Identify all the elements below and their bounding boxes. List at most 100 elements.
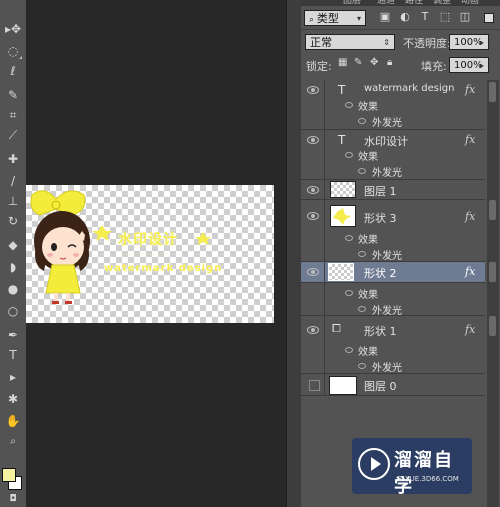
fill-input[interactable]: 100% ▸ xyxy=(449,57,489,73)
layer-name[interactable]: 形状 3 xyxy=(364,210,397,226)
type-tool-icon[interactable]: T xyxy=(3,346,23,364)
lock-image-icon[interactable]: ✎ xyxy=(354,57,362,68)
blur-tool-icon[interactable]: ● xyxy=(3,280,23,298)
zoom-tool-icon[interactable]: ⌕ xyxy=(3,432,23,450)
effects-label: 效果 xyxy=(358,152,378,163)
watermark-design-text: watermark design xyxy=(104,263,223,274)
effects-eye-icon[interactable] xyxy=(345,235,353,241)
eraser-tool-icon[interactable]: ◆ xyxy=(3,236,23,254)
path-select-tool-icon[interactable]: ▸ xyxy=(3,368,23,386)
blend-mode-select[interactable]: 正常 ⇕ xyxy=(305,34,395,50)
effects-eye-icon[interactable] xyxy=(345,290,353,296)
foreground-color-swatch[interactable] xyxy=(2,468,16,482)
clone-stamp-tool-icon[interactable]: ⊥ xyxy=(3,192,23,210)
layer-thumbnail[interactable] xyxy=(330,181,356,198)
marquee-tool-icon[interactable]: ◌ xyxy=(3,42,23,60)
shape-tool-icon[interactable]: ✱ xyxy=(3,390,23,408)
visibility-eye-icon[interactable] xyxy=(307,136,319,144)
crop-tool-icon[interactable]: ⌗ xyxy=(3,106,23,124)
effects-label: 效果 xyxy=(358,235,378,246)
filter-smart-object-icon[interactable]: ◫ xyxy=(458,10,472,24)
layer-row[interactable]: 图层 1 xyxy=(301,180,485,200)
lock-transparent-icon[interactable]: ▦ xyxy=(338,57,347,68)
effect-name[interactable]: 外发光 xyxy=(372,302,402,317)
effect-name[interactable]: 外发光 xyxy=(372,247,402,262)
layer-filter-row: ⌕ 类型 ▾ ▣ ◐ T ⬚ ◫ xyxy=(301,7,500,30)
layer-name[interactable]: 形状 1 xyxy=(364,323,397,339)
text-layer-icon: T xyxy=(338,83,346,97)
effect-eye-icon[interactable] xyxy=(358,306,366,312)
fx-icon[interactable]: fx xyxy=(465,133,475,146)
tab-layers[interactable]: 图层 xyxy=(343,0,361,6)
history-brush-tool-icon[interactable]: ↻ xyxy=(3,212,23,230)
effect-eye-icon[interactable] xyxy=(358,363,366,369)
lock-all-icon[interactable]: 🔒︎ xyxy=(387,57,392,68)
play-logo-icon xyxy=(358,448,390,480)
filter-pixel-icon[interactable]: ▣ xyxy=(378,10,392,24)
filter-kind-select[interactable]: ⌕ 类型 ▾ xyxy=(304,10,366,26)
hand-tool-icon[interactable]: ✋ xyxy=(3,412,23,430)
lasso-tool-icon[interactable]: ℓ xyxy=(3,62,23,80)
badge-url: ZIXUE.3D66.COM xyxy=(398,475,459,483)
filter-toggle-icon[interactable] xyxy=(484,13,494,23)
layers-scrollbar[interactable] xyxy=(487,80,499,507)
layer-row[interactable]: 形状 3 fx 效果 外发光 xyxy=(301,200,485,262)
watermark-title-text: 水印设计 xyxy=(118,232,178,248)
eyedropper-tool-icon[interactable]: ⟋ xyxy=(3,126,23,144)
visibility-eye-icon[interactable] xyxy=(307,326,319,334)
layer-row-selected[interactable]: 形状 2 fx xyxy=(301,262,485,283)
filter-adjustment-icon[interactable]: ◐ xyxy=(398,10,412,24)
scrollbar-segment xyxy=(489,316,496,336)
tab-channels[interactable]: 通道 xyxy=(377,0,395,6)
visibility-toggle-empty[interactable] xyxy=(309,380,320,391)
quick-select-tool-icon[interactable]: ✎ xyxy=(3,86,23,104)
layer-row[interactable]: T watermark design fx 效果 外发光 xyxy=(301,80,485,130)
watermark-small-text: · · · · · · · · · · · · xyxy=(122,251,166,258)
layer-thumbnail[interactable] xyxy=(330,205,356,227)
brush-tool-icon[interactable]: / xyxy=(3,172,23,190)
effect-eye-icon[interactable] xyxy=(358,118,366,124)
tab-paths[interactable]: 路径 xyxy=(405,0,423,6)
layer-name[interactable]: 图层 1 xyxy=(364,183,397,199)
fill-label: 填充: xyxy=(421,60,447,73)
tab-animation[interactable]: 动画 xyxy=(461,0,479,6)
healing-brush-tool-icon[interactable]: ✚ xyxy=(3,150,23,168)
fx-icon[interactable]: fx xyxy=(465,323,475,336)
visibility-eye-icon[interactable] xyxy=(307,186,319,194)
layer-row[interactable]: 图层 0 xyxy=(301,374,485,396)
dodge-tool-icon[interactable]: ○ xyxy=(3,302,23,320)
layer-name[interactable]: watermark design xyxy=(364,83,454,94)
layer-thumbnail[interactable] xyxy=(328,263,354,281)
filter-type-icon[interactable]: T xyxy=(418,10,432,24)
layer-name[interactable]: 水印设计 xyxy=(364,133,408,149)
visibility-eye-icon[interactable] xyxy=(307,268,319,276)
effect-eye-icon[interactable] xyxy=(358,251,366,257)
layer-row[interactable]: ⧠ 形状 1 fx 效果 外发光 xyxy=(301,316,485,374)
layer-name[interactable]: 图层 0 xyxy=(364,378,397,394)
opacity-input[interactable]: 100% ▸ xyxy=(449,34,489,50)
effect-name[interactable]: 外发光 xyxy=(372,359,402,374)
quick-mask-icon[interactable]: ◘ xyxy=(3,492,23,506)
pen-tool-icon[interactable]: ✒ xyxy=(3,326,23,344)
effect-name[interactable]: 外发光 xyxy=(372,114,402,129)
fx-icon[interactable]: fx xyxy=(465,210,475,223)
paint-bucket-tool-icon[interactable]: ◗ xyxy=(3,258,23,276)
effect-eye-icon[interactable] xyxy=(358,168,366,174)
document-canvas[interactable]: 水印设计 · · · · · · · · · · · · watermark d… xyxy=(26,185,274,323)
visibility-eye-icon[interactable] xyxy=(307,212,319,220)
scrollbar-thumb[interactable] xyxy=(489,82,496,102)
effects-eye-icon[interactable] xyxy=(345,102,353,108)
effects-eye-icon[interactable] xyxy=(345,347,353,353)
layer-row[interactable]: T 水印设计 fx 效果 外发光 xyxy=(301,130,485,180)
lock-position-icon[interactable]: ✥ xyxy=(370,57,378,68)
fx-icon[interactable]: fx xyxy=(465,83,475,96)
visibility-eye-icon[interactable] xyxy=(307,86,319,94)
layer-name[interactable]: 形状 2 xyxy=(364,265,397,281)
effect-name[interactable]: 外发光 xyxy=(372,164,402,179)
fx-icon[interactable]: fx xyxy=(465,265,475,278)
effects-eye-icon[interactable] xyxy=(345,152,353,158)
filter-shape-icon[interactable]: ⬚ xyxy=(438,10,452,24)
move-tool-icon[interactable]: ▸✥ xyxy=(3,20,23,38)
layer-thumbnail[interactable] xyxy=(329,376,357,395)
tab-adjustments[interactable]: 调整 xyxy=(433,0,451,6)
